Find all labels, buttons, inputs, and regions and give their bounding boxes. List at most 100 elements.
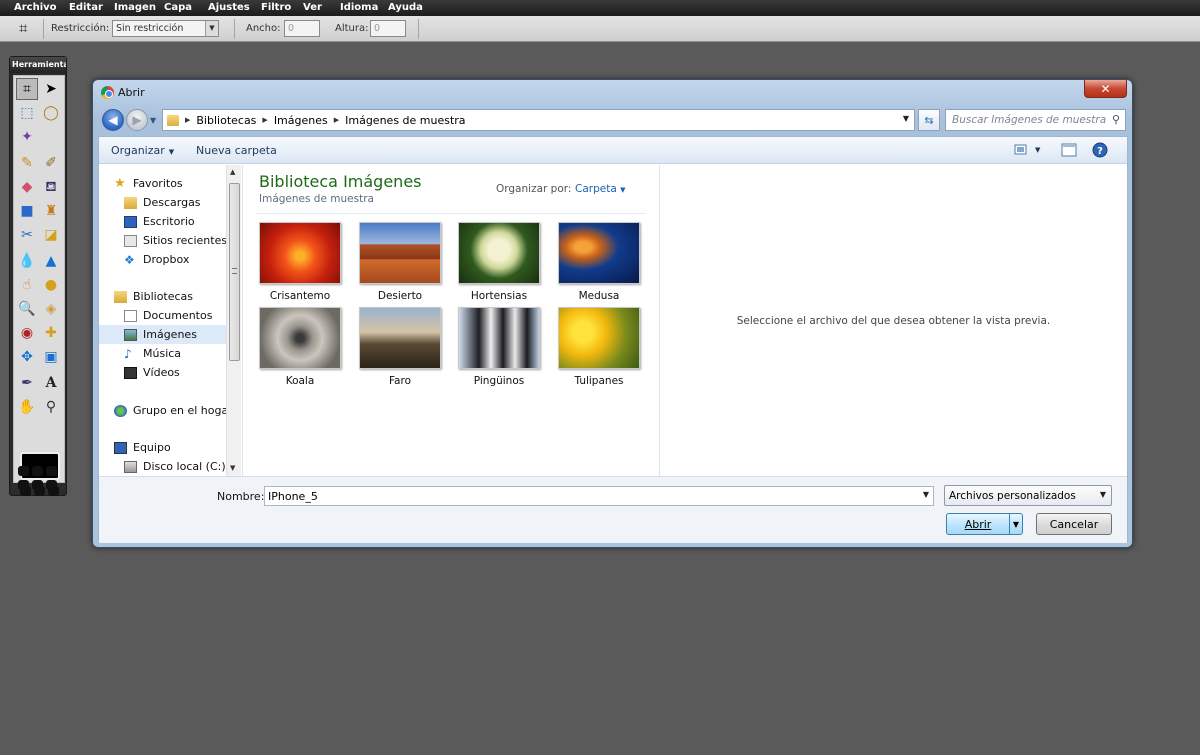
view-options-icon[interactable] bbox=[1013, 142, 1029, 158]
scrollbar-thumb[interactable] bbox=[229, 183, 240, 361]
menu-archivo[interactable]: Archivo bbox=[14, 2, 57, 13]
back-button[interactable]: ◀ bbox=[102, 109, 124, 131]
nav-homegroup[interactable]: Grupo en el hogar bbox=[114, 404, 233, 417]
height-field[interactable]: 0 bbox=[370, 20, 406, 37]
address-bar[interactable]: ▶ Bibliotecas ▶ Imágenes ▶ Imágenes de mues… bbox=[162, 109, 915, 131]
swatch-mini[interactable] bbox=[46, 480, 57, 490]
file-item[interactable]: Medusa bbox=[557, 222, 641, 302]
nav-recent[interactable]: Sitios recientes bbox=[124, 234, 227, 247]
search-input[interactable]: Buscar Imágenes de muestra ⚲ bbox=[945, 109, 1126, 131]
pencil-tool-icon[interactable]: ✎ bbox=[16, 152, 38, 174]
gradient-tool-icon[interactable]: ■ bbox=[16, 200, 38, 222]
swatch-mini[interactable] bbox=[32, 480, 43, 490]
restriction-select[interactable]: Sin restricción ▼ bbox=[112, 20, 219, 37]
nav-scrollbar[interactable]: ▲ ▼ bbox=[226, 165, 241, 476]
menu-editar[interactable]: Editar bbox=[69, 2, 103, 13]
filetype-select[interactable]: Archivos personalizados ▼ bbox=[944, 485, 1112, 506]
swatch-mini[interactable] bbox=[46, 466, 57, 476]
crop-tool-icon[interactable]: ⌗ bbox=[16, 78, 38, 100]
nav-favorites[interactable]: ★ Favoritos bbox=[114, 177, 183, 191]
nav-documents[interactable]: Documentos bbox=[124, 309, 212, 322]
red-eye-tool-icon[interactable]: ◉ bbox=[16, 322, 38, 344]
help-icon[interactable]: ? bbox=[1092, 142, 1108, 158]
refresh-button[interactable]: ⇆ bbox=[918, 109, 940, 131]
file-item[interactable]: Pingüinos bbox=[457, 307, 541, 387]
burn-tool-icon[interactable]: 🔍 bbox=[16, 298, 38, 320]
close-button[interactable]: ✕ bbox=[1084, 80, 1127, 98]
file-item[interactable]: Faro bbox=[358, 307, 442, 387]
drop-tool-icon[interactable]: 💧 bbox=[16, 250, 38, 272]
arrange-by-dropdown[interactable]: Carpeta ▼ bbox=[575, 183, 626, 195]
menu-imagen[interactable]: Imagen bbox=[114, 2, 156, 13]
menu-capa[interactable]: Capa bbox=[164, 2, 192, 13]
chevron-down-icon[interactable]: ▼ bbox=[230, 464, 235, 472]
bandage-tool-icon[interactable]: ✚ bbox=[40, 322, 62, 344]
swatch-mini[interactable] bbox=[18, 480, 29, 490]
width-field[interactable]: 0 bbox=[284, 20, 320, 37]
organize-button[interactable]: Organizar ▼ bbox=[111, 144, 174, 157]
chevron-down-icon[interactable]: ▼ bbox=[903, 114, 909, 123]
nav-label: Documentos bbox=[143, 309, 213, 322]
open-button[interactable]: Abrir ▼ bbox=[946, 513, 1023, 535]
nav-downloads[interactable]: Descargas bbox=[124, 196, 201, 209]
filetype-value: Archivos personalizados bbox=[949, 490, 1076, 502]
bloat-tool-icon[interactable]: ✥ bbox=[16, 346, 38, 368]
zoom-tool-icon[interactable]: ⚲ bbox=[40, 396, 62, 418]
chevron-down-icon[interactable]: ▼ bbox=[923, 490, 929, 499]
file-item[interactable]: Hortensias bbox=[457, 222, 541, 302]
brush-tool-icon[interactable]: ✐ bbox=[40, 152, 62, 174]
arrow-left-icon: ◀ bbox=[108, 113, 118, 127]
new-folder-button[interactable]: Nueva carpeta bbox=[196, 144, 277, 157]
menu-ajustes[interactable]: Ajustes bbox=[208, 2, 250, 13]
menu-idioma[interactable]: Idioma bbox=[340, 2, 378, 13]
nav-local-disk[interactable]: Disco local (C:) bbox=[124, 460, 226, 473]
nav-videos[interactable]: Vídeos bbox=[124, 366, 180, 379]
menu-filtro[interactable]: Filtro bbox=[261, 2, 291, 13]
nav-music[interactable]: ♪ Música bbox=[124, 347, 181, 360]
sponge-tool-icon[interactable]: ● bbox=[40, 274, 62, 296]
videos-icon bbox=[124, 366, 137, 379]
nav-images[interactable]: Imágenes bbox=[99, 325, 226, 344]
sharpen-tool-icon[interactable]: ▲ bbox=[40, 250, 62, 272]
marquee-tool-icon[interactable]: ⬚ bbox=[16, 102, 38, 124]
type-tool-icon[interactable]: A bbox=[40, 372, 62, 394]
file-item[interactable]: Desierto bbox=[358, 222, 442, 302]
file-item[interactable]: Tulipanes bbox=[557, 307, 641, 387]
breadcrumb-item[interactable]: ▶ Imágenes bbox=[262, 114, 327, 127]
move-tool-icon[interactable]: ➤ bbox=[40, 78, 62, 100]
dodge-tool-icon[interactable]: ◈ bbox=[40, 298, 62, 320]
menu-ayuda[interactable]: Ayuda bbox=[388, 2, 423, 13]
bucket-tool-icon[interactable]: ⛾ bbox=[40, 176, 62, 198]
file-item[interactable]: Koala bbox=[258, 307, 342, 387]
breadcrumb-item[interactable]: ▶ Bibliotecas bbox=[185, 114, 256, 127]
forward-button[interactable]: ▶ bbox=[126, 109, 148, 131]
eyedropper-tool-icon[interactable]: ✒ bbox=[16, 372, 38, 394]
stamp-tool-icon[interactable]: ♜ bbox=[40, 200, 62, 222]
chevron-down-icon[interactable]: ▼ bbox=[1035, 146, 1040, 154]
swatch-mini[interactable] bbox=[18, 466, 29, 476]
magic-wand-icon[interactable]: ✦ bbox=[16, 126, 38, 148]
menu-ver[interactable]: Ver bbox=[303, 2, 322, 13]
chevron-down-icon[interactable]: ▼ bbox=[1009, 514, 1022, 534]
nav-dropbox[interactable]: ❖ Dropbox bbox=[124, 253, 189, 266]
breadcrumb-item[interactable]: ▶ Imágenes de muestra bbox=[334, 114, 466, 127]
library-subtitle: Imágenes de muestra bbox=[259, 193, 374, 205]
nav-computer[interactable]: Equipo bbox=[114, 441, 171, 454]
eraser-tool-icon[interactable]: ◆ bbox=[16, 176, 38, 198]
lasso-tool-icon[interactable]: ◯ bbox=[40, 102, 62, 124]
smudge-tool-icon[interactable]: ☝ bbox=[16, 274, 38, 296]
pinch-tool-icon[interactable]: ▣ bbox=[40, 346, 62, 368]
chevron-up-icon[interactable]: ▲ bbox=[230, 168, 235, 176]
nav-desktop[interactable]: Escritorio bbox=[124, 215, 195, 228]
recent-locations-dropdown[interactable]: ▼ bbox=[150, 116, 156, 125]
shape-tool-icon[interactable]: ◪ bbox=[40, 224, 62, 246]
color-replace-icon[interactable]: ✂ bbox=[16, 224, 38, 246]
nav-libraries[interactable]: Bibliotecas bbox=[114, 290, 193, 303]
filename-input[interactable]: IPhone_5 ▼ bbox=[264, 486, 934, 506]
hand-tool-icon[interactable]: ✋ bbox=[16, 396, 38, 418]
swatch-mini[interactable] bbox=[32, 466, 43, 476]
file-item[interactable]: Crisantemo bbox=[258, 222, 342, 302]
preview-pane-icon[interactable] bbox=[1061, 142, 1077, 158]
chevron-down-icon: ▼ bbox=[168, 148, 175, 156]
cancel-button[interactable]: Cancelar bbox=[1036, 513, 1112, 535]
